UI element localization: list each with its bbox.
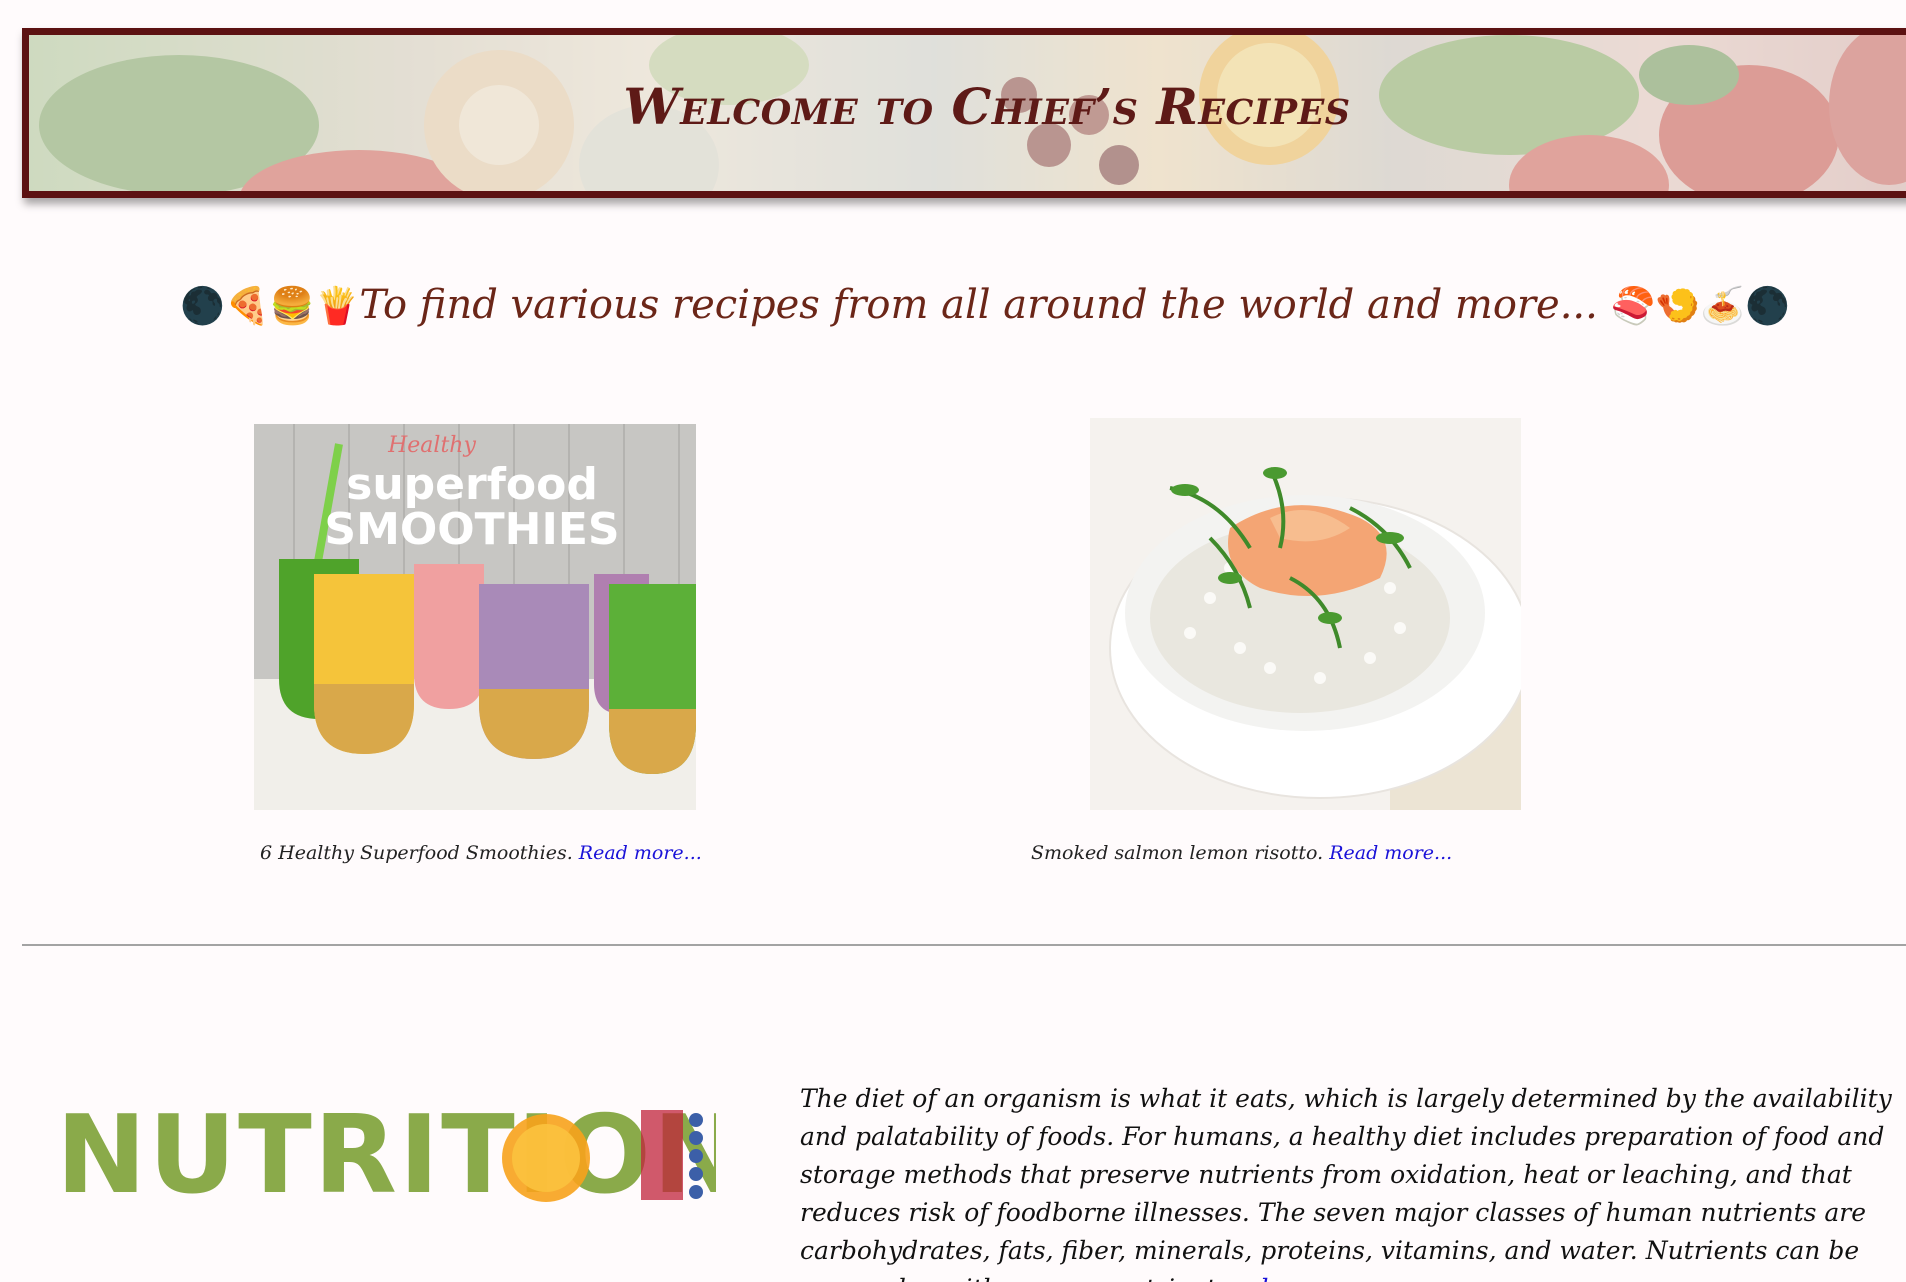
header-banner: Welcome to Chief’s Recipes [22, 28, 1906, 198]
smoothies-caption: 6 Healthy Superfood Smoothies. Read more… [260, 842, 702, 864]
nutrition-learn-more-link[interactable]: learn more... [1261, 1274, 1424, 1282]
risotto-caption: Smoked salmon lemon risotto. Read more..… [1031, 842, 1452, 864]
trail-food-emojis: 🍣🍤🍝🌑 [1610, 286, 1790, 327]
risotto-read-more-link[interactable]: Read more... [1329, 842, 1452, 864]
lead-food-emojis: 🌑🍕🍔🍟 [180, 286, 360, 327]
section-divider [22, 944, 1906, 946]
risotto-caption-text: Smoked salmon lemon risotto. [1031, 842, 1324, 864]
nutrition-paragraph: The diet of an organism is what it eats,… [800, 1084, 1892, 1282]
smoothie-overlay-small: Healthy [387, 433, 476, 458]
tagline: 🌑🍕🍔🍟To find various recipes from all aro… [0, 282, 1906, 328]
page: Welcome to Chief’s Recipes 🌑🍕🍔🍟To find v… [0, 0, 1906, 1282]
nutrition-logo-text: NUTRITION [56, 1100, 716, 1210]
smoothies-recipe-image[interactable]: Healthy superfood SMOOTHIES [254, 424, 696, 810]
risotto-recipe-image[interactable] [1090, 418, 1521, 810]
nutrition-logo-image: NUTRITION [56, 1093, 743, 1218]
page-title: Welcome to Chief’s Recipes [623, 77, 1351, 136]
tagline-text: To find various recipes from all around … [359, 282, 1598, 328]
nutrition-description: The diet of an organism is what it eats,… [800, 1080, 1900, 1282]
smoothies-read-more-link[interactable]: Read more... [579, 842, 702, 864]
smoothie-overlay-line2: SMOOTHIES [324, 504, 619, 555]
smoothies-caption-text: 6 Healthy Superfood Smoothies. [260, 842, 573, 864]
smoothie-overlay-line1: superfood [346, 459, 598, 510]
